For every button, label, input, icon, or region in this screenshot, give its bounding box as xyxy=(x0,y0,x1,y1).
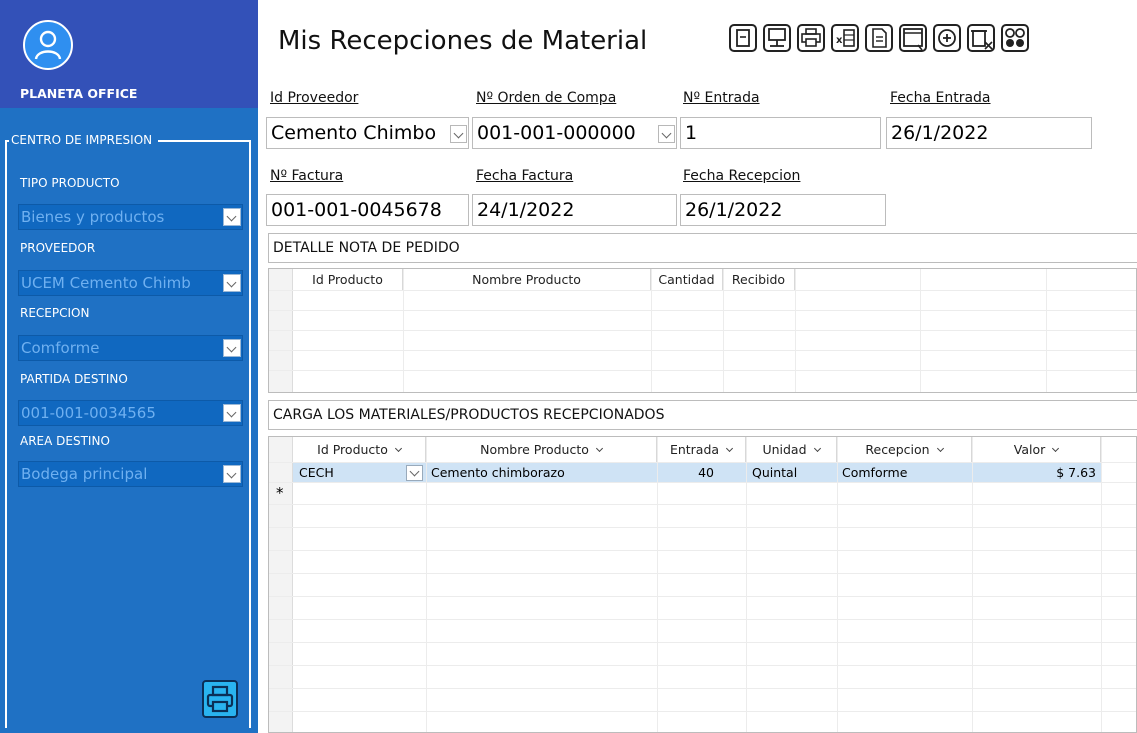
area-destino-value: Bodega principal xyxy=(21,465,148,483)
chevron-down-icon[interactable] xyxy=(223,208,241,226)
printer-icon xyxy=(206,685,234,713)
partida-destino-label: PARTIDA DESTINO xyxy=(20,372,128,386)
print-button[interactable] xyxy=(202,680,238,718)
sort-arrow-icon[interactable] xyxy=(394,444,402,453)
col-header-recepcion-label: Recepcion xyxy=(865,442,930,457)
pedido-section-title: DETALLE NOTA DE PEDIDO xyxy=(268,233,1137,263)
recepcion-value: Comforme xyxy=(21,339,100,357)
col-header-valor-label: Valor xyxy=(1013,442,1046,457)
col-header-recibido[interactable]: Recibido xyxy=(723,269,795,290)
chevron-down-icon[interactable] xyxy=(658,125,675,143)
fecha-entrada-field[interactable]: 26/1/2022 xyxy=(886,117,1092,149)
add-button[interactable] xyxy=(932,17,962,60)
chevron-down-icon[interactable] xyxy=(406,465,423,481)
proveedor-label: PROVEEDOR xyxy=(20,241,96,255)
document-icon xyxy=(865,24,893,52)
window-button[interactable] xyxy=(898,17,928,60)
printer-icon xyxy=(797,24,825,52)
id-proveedor-label: Id Proveedor xyxy=(270,90,359,106)
presentation-icon xyxy=(763,24,791,52)
delete-icon xyxy=(967,24,995,52)
document-button[interactable] xyxy=(864,17,894,60)
cell-id-producto[interactable]: CECH xyxy=(299,463,334,482)
app-name: PLANETA OFFICE xyxy=(20,86,138,101)
cell-nombre-producto[interactable]: Cemento chimborazo xyxy=(431,463,565,482)
sort-arrow-icon[interactable] xyxy=(936,444,944,453)
form-icon xyxy=(729,24,757,52)
svg-text:x: x xyxy=(836,35,843,46)
cell-unidad[interactable]: Quintal xyxy=(752,463,797,482)
sidebar: PLANETA OFFICE CENTRO DE IMPRESION TIPO … xyxy=(0,0,258,733)
chevron-down-icon[interactable] xyxy=(223,339,241,357)
col-header-recepcion[interactable]: Recepcion xyxy=(837,437,972,462)
col-header-nombre-producto[interactable]: Nombre Producto xyxy=(426,437,657,462)
print-center-title: CENTRO DE IMPRESION xyxy=(9,133,159,147)
partida-destino-select[interactable]: 001-001-0034565 xyxy=(18,400,243,426)
tipo-producto-select[interactable]: Bienes y productos xyxy=(18,204,243,230)
new-record-marker[interactable]: * xyxy=(276,484,284,503)
col-header-cantidad[interactable]: Cantidad xyxy=(651,269,723,290)
col-header-valor[interactable]: Valor xyxy=(972,437,1101,462)
factura-label: Nº Factura xyxy=(270,168,344,184)
sort-arrow-icon[interactable] xyxy=(726,444,734,453)
partida-destino-value: 001-001-0034565 xyxy=(21,404,156,422)
area-destino-select[interactable]: Bodega principal xyxy=(18,461,243,487)
pedido-grid[interactable]: Id Producto Nombre Producto Cantidad Rec… xyxy=(268,268,1137,393)
proveedor-value: UCEM Cemento Chimb xyxy=(21,274,191,292)
export-excel-button[interactable]: x xyxy=(830,17,860,60)
chevron-down-icon[interactable] xyxy=(223,274,241,292)
tipo-producto-label: TIPO PRODUCTO xyxy=(20,176,120,190)
entrada-label: Nº Entrada xyxy=(683,90,760,106)
proveedor-select[interactable]: UCEM Cemento Chimb xyxy=(18,270,243,296)
fecha-factura-field[interactable]: 24/1/2022 xyxy=(472,194,677,226)
col-header-entrada[interactable]: Entrada xyxy=(657,437,746,462)
carga-section-title: CARGA LOS MATERIALES/PRODUCTOS RECEPCION… xyxy=(268,400,1137,430)
carga-grid[interactable]: Id Producto Nombre Producto Entrada Unid… xyxy=(268,436,1137,733)
cell-entrada[interactable]: 40 xyxy=(657,463,714,482)
window-icon xyxy=(899,24,927,52)
entrada-field[interactable]: 1 xyxy=(680,117,881,149)
fecha-factura-label: Fecha Factura xyxy=(476,168,574,184)
tipo-producto-value: Bienes y productos xyxy=(21,208,165,226)
delete-button[interactable] xyxy=(966,17,996,60)
chevron-down-icon[interactable] xyxy=(223,465,241,483)
options-button[interactable] xyxy=(1000,17,1030,60)
sort-arrow-icon[interactable] xyxy=(1052,444,1060,453)
presentation-button[interactable] xyxy=(762,17,792,60)
add-circle-icon xyxy=(933,24,961,52)
fecha-recepcion-field[interactable]: 26/1/2022 xyxy=(680,194,886,226)
cell-valor[interactable]: $ 7.63 xyxy=(972,463,1096,482)
col-header-unidad-label: Unidad xyxy=(762,442,807,457)
col-header-id-producto-label: Id Producto xyxy=(317,442,388,457)
user-avatar-icon[interactable] xyxy=(23,20,73,70)
cell-recepcion[interactable]: Comforme xyxy=(842,463,907,482)
col-header-id-producto[interactable]: Id Producto xyxy=(293,269,403,290)
page-title: Mis Recepciones de Material xyxy=(278,26,648,56)
excel-icon: x xyxy=(831,24,859,52)
col-header-entrada-label: Entrada xyxy=(669,442,720,457)
sort-arrow-icon[interactable] xyxy=(595,444,603,453)
col-header-nombre-producto[interactable]: Nombre Producto xyxy=(403,269,651,290)
id-proveedor-value: Cemento Chimbo xyxy=(271,122,437,144)
orden-compra-combo[interactable]: 001-001-000000 xyxy=(472,117,677,149)
chevron-down-icon[interactable] xyxy=(450,125,467,143)
chevron-down-icon[interactable] xyxy=(223,404,241,422)
area-destino-label: AREA DESTINO xyxy=(20,434,110,448)
col-header-id-producto[interactable]: Id Producto xyxy=(293,437,426,462)
form-view-button[interactable] xyxy=(728,17,758,60)
col-header-nombre-producto-label: Nombre Producto xyxy=(480,442,589,457)
fecha-recepcion-label: Fecha Recepcion xyxy=(683,168,801,184)
factura-field[interactable]: 001-001-0045678 xyxy=(266,194,469,226)
orden-compra-label: Nº Orden de Compa xyxy=(476,90,617,106)
sort-arrow-icon[interactable] xyxy=(813,444,821,453)
orden-compra-value: 001-001-000000 xyxy=(477,122,636,144)
print-toolbar-button[interactable] xyxy=(796,17,826,60)
recepcion-label: RECEPCION xyxy=(20,306,90,320)
col-header-unidad[interactable]: Unidad xyxy=(746,437,837,462)
id-proveedor-combo[interactable]: Cemento Chimbo xyxy=(266,117,469,149)
fecha-entrada-label: Fecha Entrada xyxy=(890,90,991,106)
sidebar-header: PLANETA OFFICE xyxy=(0,0,258,108)
recepcion-select[interactable]: Comforme xyxy=(18,335,243,361)
options-icon xyxy=(1001,24,1029,52)
